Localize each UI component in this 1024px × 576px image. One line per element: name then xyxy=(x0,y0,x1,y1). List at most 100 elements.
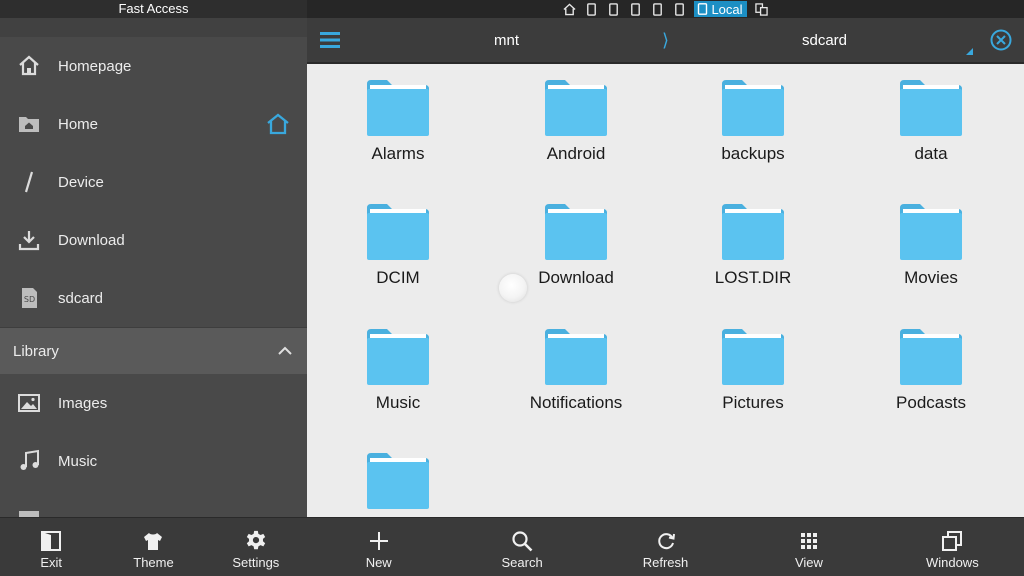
refresh-label: Refresh xyxy=(642,555,689,570)
folder-icon xyxy=(367,329,429,385)
folder-icon xyxy=(545,329,607,385)
nav-item-label: Download xyxy=(58,231,125,249)
settings-button[interactable]: Settings xyxy=(205,518,307,576)
tab-phone-icon[interactable] xyxy=(606,2,620,16)
folder-item[interactable] xyxy=(313,439,483,517)
path-toolbar: mnt ⟩ sdcard xyxy=(307,18,1024,64)
nav-item-homepage[interactable]: Homepage xyxy=(0,37,307,95)
window-tab-strip: Local xyxy=(307,0,1024,18)
nav-item-label: Device xyxy=(58,173,104,191)
folder-name: data xyxy=(914,144,948,163)
nav-item-music[interactable]: Music xyxy=(0,432,307,490)
dropdown-corner-icon[interactable] xyxy=(966,48,973,55)
windows-label: Windows xyxy=(925,555,979,570)
plus-icon xyxy=(369,532,388,550)
windows-button[interactable]: Windows xyxy=(881,518,1024,576)
nav-item-label: Homepage xyxy=(58,57,132,75)
nav-item-label: Images xyxy=(58,394,108,412)
settings-label: Settings xyxy=(232,555,280,570)
folder-icon xyxy=(545,80,607,136)
folder-icon xyxy=(900,204,962,260)
nav-item-label: sdcard xyxy=(58,289,104,307)
refresh-button[interactable]: Refresh xyxy=(594,518,737,576)
folder-item[interactable]: Android xyxy=(491,66,661,186)
tab-phone-icon[interactable] xyxy=(672,2,686,16)
navigation-drawer: Fast Access Homepage Home Device Downloa… xyxy=(0,0,307,576)
nav-item-label: Home xyxy=(58,115,99,133)
exit-button[interactable]: Exit xyxy=(0,518,102,576)
folder-icon xyxy=(722,329,784,385)
folder-name: DCIM xyxy=(376,268,420,287)
folder-icon xyxy=(900,80,962,136)
theme-label: Theme xyxy=(133,555,174,570)
folder-icon xyxy=(367,204,429,260)
folder-item[interactable]: data xyxy=(846,66,1016,186)
exit-label: Exit xyxy=(40,555,62,570)
windows-icon xyxy=(942,531,963,551)
theme-button[interactable]: Theme xyxy=(102,518,204,576)
main-bottom-bar: New Search Refresh View Windows xyxy=(307,517,1024,576)
new-button[interactable]: New xyxy=(307,518,450,576)
folder-name: Notifications xyxy=(529,393,623,412)
tab-phone-icon[interactable] xyxy=(584,2,598,16)
nav-item-sdcard[interactable]: SD sdcard xyxy=(0,269,307,327)
phone-icon xyxy=(698,3,708,15)
exit-icon xyxy=(41,531,62,551)
tab-local[interactable]: Local xyxy=(694,1,747,17)
breadcrumb-sdcard[interactable]: sdcard xyxy=(802,32,847,49)
folder-name: Android xyxy=(546,144,606,163)
folder-name: Podcasts xyxy=(896,393,966,412)
folder-item[interactable]: Movies xyxy=(846,190,1016,310)
folder-icon xyxy=(367,80,429,136)
file-grid: Alarms Android backups data DCIM Download LOST… xyxy=(307,66,1024,517)
view-label: View xyxy=(794,555,823,570)
folder-name: backups xyxy=(721,144,785,163)
tab-home-icon[interactable] xyxy=(562,2,576,16)
sd-card-icon: SD xyxy=(0,269,58,327)
folder-item[interactable]: Podcasts xyxy=(846,315,1016,435)
chevron-up-icon xyxy=(278,346,292,355)
nav-item-home[interactable]: Home xyxy=(0,95,307,153)
folder-item[interactable]: LOST.DIR xyxy=(668,190,838,310)
svg-text:SD: SD xyxy=(24,295,35,304)
library-label: Library xyxy=(13,342,59,360)
breadcrumb-separator: ⟩ xyxy=(662,30,670,50)
folder-name: Pictures xyxy=(722,393,784,412)
new-label: New xyxy=(365,555,392,570)
loading-spinner xyxy=(499,274,527,302)
tshirt-icon xyxy=(144,533,163,550)
tab-multi-window-icon[interactable] xyxy=(755,2,769,16)
set-home-icon[interactable] xyxy=(265,111,291,137)
nav-item-images[interactable]: Images xyxy=(0,374,307,432)
drawer-title: Fast Access xyxy=(0,0,307,18)
grid-icon xyxy=(800,533,817,549)
folder-item[interactable]: Music xyxy=(313,315,483,435)
nav-item-device[interactable]: Device xyxy=(0,153,307,211)
nav-item-label: Music xyxy=(58,452,98,470)
folder-item[interactable]: Notifications xyxy=(491,315,661,435)
library-section-header[interactable]: Library xyxy=(0,327,307,374)
hamburger-menu-icon[interactable] xyxy=(319,30,341,50)
slash-icon xyxy=(0,153,58,211)
folder-icon xyxy=(722,80,784,136)
folder-icon xyxy=(900,329,962,385)
folder-item[interactable]: Alarms xyxy=(313,66,483,186)
folder-icon xyxy=(545,204,607,260)
tab-phone-icon[interactable] xyxy=(628,2,642,16)
view-button[interactable]: View xyxy=(737,518,880,576)
folder-icon xyxy=(367,453,429,509)
search-button[interactable]: Search xyxy=(450,518,593,576)
folder-item[interactable]: Pictures xyxy=(668,315,838,435)
close-icon[interactable] xyxy=(990,29,1012,51)
download-icon xyxy=(0,211,58,269)
drawer-divider xyxy=(0,18,307,37)
folder-name: Music xyxy=(375,393,421,412)
nav-item-download[interactable]: Download xyxy=(0,211,307,269)
folder-item[interactable]: DCIM xyxy=(313,190,483,310)
tab-phone-icon[interactable] xyxy=(650,2,664,16)
folder-icon xyxy=(722,204,784,260)
tab-local-label: Local xyxy=(711,1,743,17)
breadcrumb-mnt[interactable]: mnt xyxy=(494,32,519,49)
folder-item[interactable]: backups xyxy=(668,66,838,186)
folder-name: Download xyxy=(538,268,614,287)
